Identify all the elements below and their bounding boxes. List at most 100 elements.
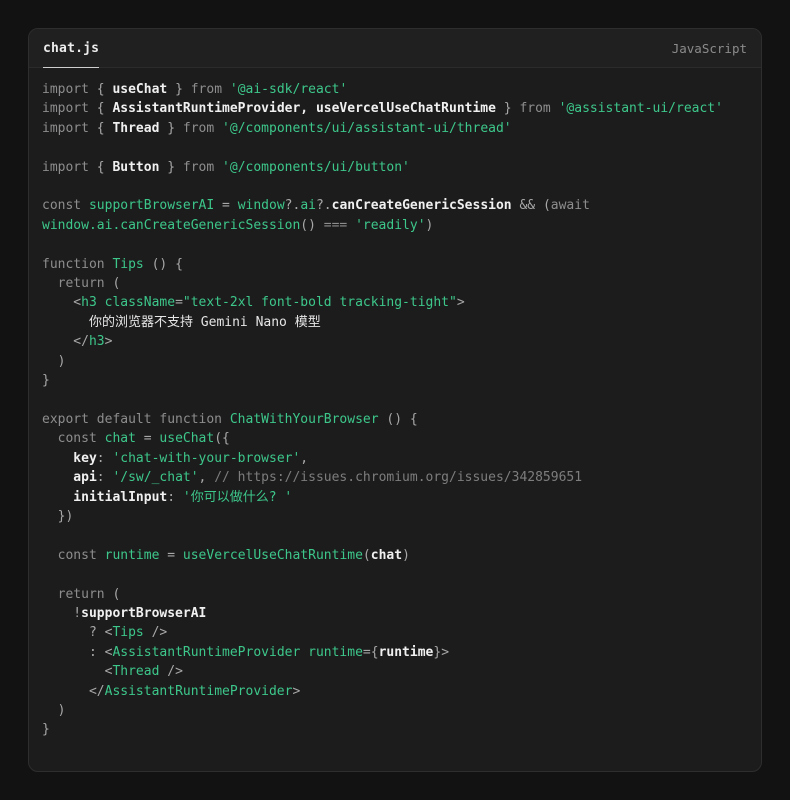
code-line: function Tips () { [42, 255, 748, 274]
code-token: Thread [112, 664, 159, 679]
code-token: > [105, 334, 113, 349]
code-token: '@/components/ui/assistant-ui/thread' [222, 121, 512, 136]
code-token: ({ [214, 431, 230, 446]
code-token: } [159, 160, 182, 175]
code-token: ?. [285, 198, 301, 213]
code-token: Tips [112, 257, 143, 272]
code-token: initialInput [42, 490, 167, 505]
code-line [42, 565, 748, 584]
code-token: ={ [363, 645, 379, 660]
code-token: chat [105, 431, 136, 446]
code-token: = [159, 548, 182, 563]
code-token: ) [426, 218, 434, 233]
code-token: ( [363, 548, 371, 563]
code-token: supportBrowserAI [81, 606, 206, 621]
code-token: > [457, 295, 465, 310]
code-token: { [97, 82, 113, 97]
code-token: export default function [42, 412, 230, 427]
code-token: ) [42, 354, 65, 369]
code-token: : < [42, 645, 112, 660]
code-token: return [42, 587, 112, 602]
code-token: return [42, 276, 112, 291]
code-token: ( [112, 587, 120, 602]
code-token: const [42, 431, 105, 446]
code-token: < [42, 664, 112, 679]
code-token: from [183, 160, 222, 175]
code-token: const [42, 198, 89, 213]
code-token: ChatWithYourBrowser [230, 412, 379, 427]
code-token: Tips [112, 625, 143, 640]
code-block-card: chat.js JavaScript import { useChat } fr… [28, 28, 762, 772]
code-token: '@/components/ui/button' [222, 160, 410, 175]
code-line: </h3> [42, 332, 748, 351]
code-token: </ [42, 684, 105, 699]
code-token: useChat [159, 431, 214, 446]
code-line: return ( [42, 274, 748, 293]
code-line [42, 526, 748, 545]
code-token: } [496, 101, 519, 116]
code-token: api [42, 470, 97, 485]
code-token: "text-2xl font-bold tracking-tight" [183, 295, 457, 310]
code-token: < [42, 295, 81, 310]
code-token: : [167, 490, 183, 505]
code-token: 你的浏览器不支持 Gemini Nano 模型 [42, 315, 321, 330]
file-tab[interactable]: chat.js [43, 29, 99, 68]
code-token: runtime [379, 645, 434, 660]
code-line: const supportBrowserAI = window?.ai?.can… [42, 196, 748, 215]
code-line: <Thread /> [42, 662, 748, 681]
code-token: } [42, 722, 50, 737]
code-line: api: '/sw/_chat', // https://issues.chro… [42, 468, 748, 487]
code-line: ? <Tips /> [42, 623, 748, 642]
code-token: function [42, 257, 112, 272]
code-token: } [167, 82, 190, 97]
code-token: runtime [308, 645, 363, 660]
code-token: from [191, 82, 230, 97]
code-line: const chat = useChat({ [42, 429, 748, 448]
code-line: ) [42, 701, 748, 720]
code-token: Button [112, 160, 159, 175]
code-line: } [42, 720, 748, 739]
code-token: : [97, 451, 113, 466]
language-badge: JavaScript [672, 29, 747, 67]
code-line: }) [42, 507, 748, 526]
code-token [300, 645, 308, 660]
code-token: /> [144, 625, 167, 640]
code-token: && ( [512, 198, 551, 213]
code-token: } [42, 373, 50, 388]
code-line: import { Thread } from '@/components/ui/… [42, 119, 748, 138]
code-token: '你可以做什么? ' [183, 490, 292, 505]
code-token: window [238, 198, 285, 213]
code-token: import [42, 101, 97, 116]
code-token: useVercelUseChatRuntime [183, 548, 363, 563]
code-token: , [199, 470, 215, 485]
code-token: : [97, 470, 113, 485]
code-token: > [292, 684, 300, 699]
code-line: import { AssistantRuntimeProvider, useVe… [42, 99, 748, 118]
code-token: import [42, 121, 97, 136]
code-token: runtime [105, 548, 160, 563]
code-token: ! [42, 606, 81, 621]
code-token: supportBrowserAI [89, 198, 214, 213]
code-token: '@ai-sdk/react' [230, 82, 347, 97]
code-token: h3 [89, 334, 105, 349]
code-token: ) [402, 548, 410, 563]
code-line: initialInput: '你可以做什么? ' [42, 488, 748, 507]
code-token: /> [159, 664, 182, 679]
code-content[interactable]: import { useChat } from '@ai-sdk/react' i… [29, 68, 761, 771]
code-token: ) [42, 703, 65, 718]
code-token: ?. [316, 198, 332, 213]
code-token: from [183, 121, 222, 136]
code-line: </AssistantRuntimeProvider> [42, 682, 748, 701]
code-token: }) [42, 509, 73, 524]
code-line: : <AssistantRuntimeProvider runtime={run… [42, 643, 748, 662]
code-token: import [42, 82, 97, 97]
code-token: AssistantRuntimeProvider [105, 684, 293, 699]
code-token: ai [300, 198, 316, 213]
code-token: 'readily' [355, 218, 425, 233]
code-token: AssistantRuntimeProvider [112, 645, 300, 660]
code-token: = [136, 431, 159, 446]
code-token: '@assistant-ui/react' [559, 101, 723, 116]
code-token: === [324, 218, 355, 233]
code-line: export default function ChatWithYourBrow… [42, 410, 748, 429]
code-token: { [97, 121, 113, 136]
